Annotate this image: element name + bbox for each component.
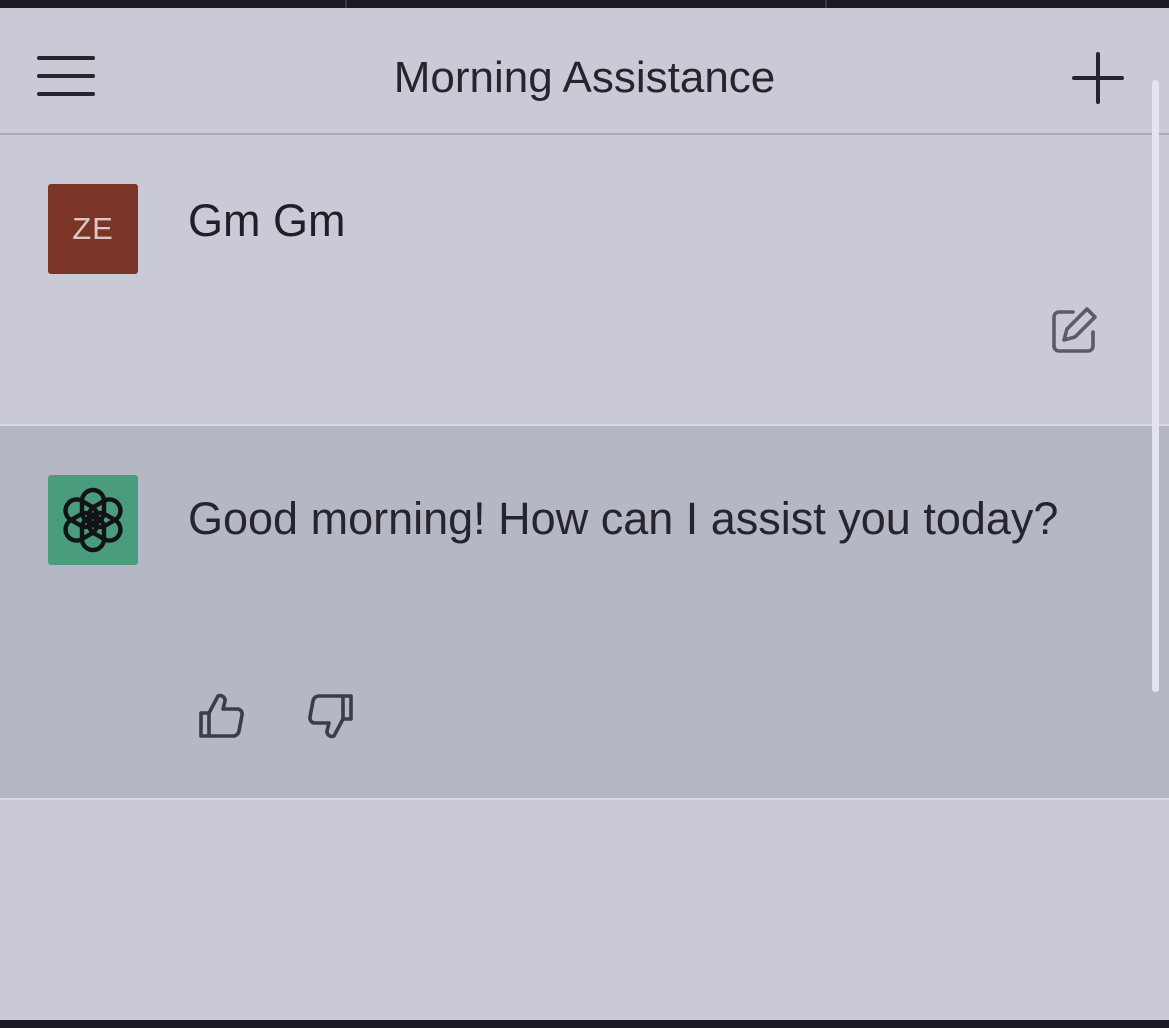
user-message-text: Gm Gm	[188, 195, 346, 246]
edit-message-button[interactable]	[1046, 303, 1102, 359]
chat-header: Morning Assistance	[0, 8, 1169, 135]
assistant-message-text: Good morning! How can I assist you today…	[188, 493, 1059, 544]
top-edge-divider	[345, 0, 347, 8]
new-chat-button[interactable]	[1072, 52, 1124, 104]
empty-chat-area	[0, 798, 1169, 1022]
assistant-message-row: Good morning! How can I assist you today…	[0, 426, 1169, 798]
scrollbar[interactable]	[1152, 80, 1159, 692]
thumbs-down-icon	[308, 694, 353, 739]
assistant-avatar	[48, 475, 138, 565]
edit-icon	[1052, 307, 1097, 353]
window-top-edge	[0, 0, 1169, 8]
top-edge-divider	[825, 0, 827, 8]
plus-icon	[1072, 52, 1124, 104]
thumbs-down-button[interactable]	[302, 688, 358, 744]
user-message-row: ZE Gm Gm	[0, 135, 1169, 426]
user-avatar: ZE	[48, 184, 138, 274]
thumbs-up-icon	[199, 693, 244, 738]
thumbs-up-button[interactable]	[194, 688, 250, 744]
openai-logo-icon	[63, 487, 123, 553]
page-title: Morning Assistance	[393, 53, 776, 102]
window-bottom-edge	[0, 1020, 1169, 1028]
